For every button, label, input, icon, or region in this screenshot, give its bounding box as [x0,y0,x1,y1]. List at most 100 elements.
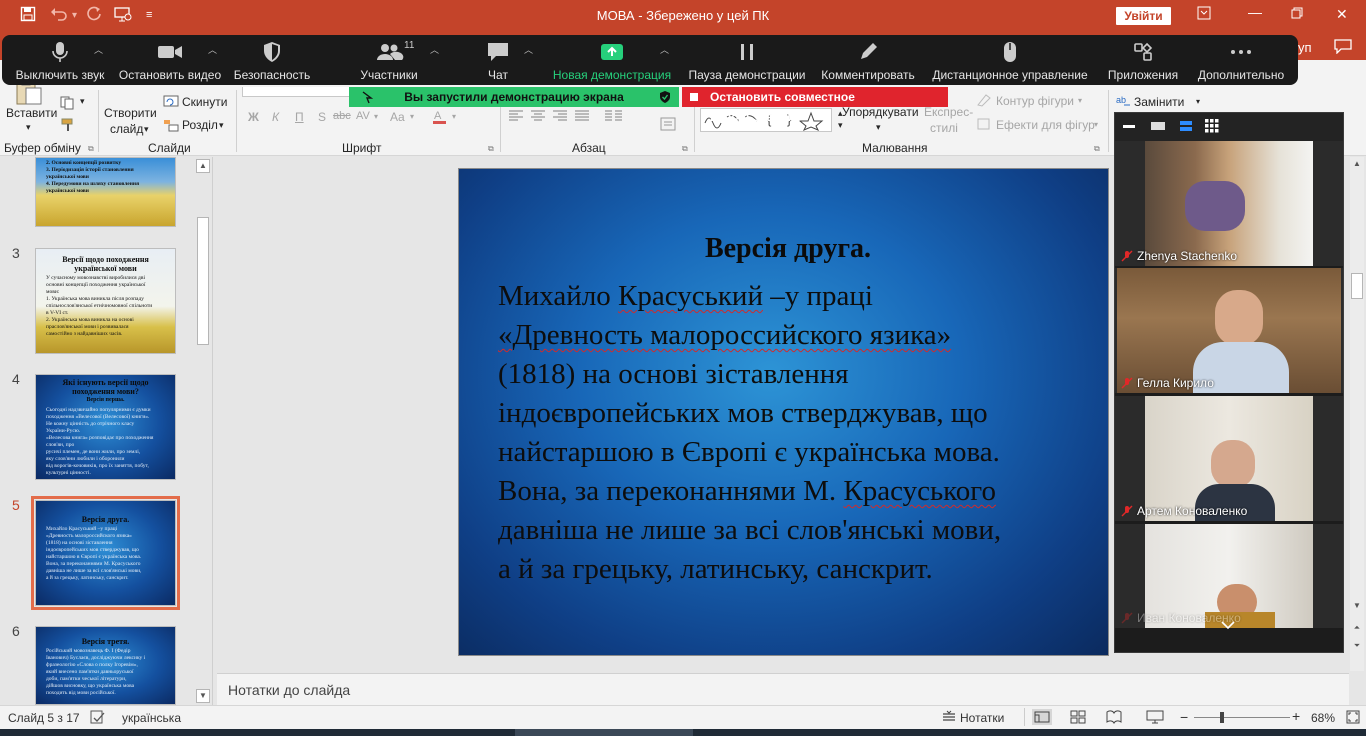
strikethrough-button[interactable]: abc [333,110,351,122]
annotate-button[interactable]: Комментировать [816,35,920,85]
close-icon[interactable]: ✕ [1336,6,1348,23]
participant-tile[interactable]: Zhenya Stachenko [1115,141,1343,266]
copy-dropdown-icon[interactable]: ▾ [80,96,85,107]
paragraph-launcher-icon[interactable]: ⧉ [682,144,688,154]
minimize-gallery-icon[interactable] [1123,125,1135,128]
section-dropdown-icon[interactable]: ▾ [219,120,224,131]
slide-thumbnail-4[interactable]: Які існують версії щодо походження мови?… [35,374,176,480]
zoom-slider-track[interactable] [1194,717,1290,718]
remote-control-button[interactable]: Дистанционное управление [928,35,1092,85]
scrollbar-thumb[interactable] [1351,273,1363,299]
format-painter-icon[interactable] [60,118,76,135]
zoom-in-icon[interactable]: + [1292,708,1300,724]
strip-view-icon[interactable] [1179,119,1193,136]
copy-icon[interactable] [60,96,76,113]
new-slide-button[interactable]: Створити [104,106,157,120]
arrange-dropdown-icon[interactable]: ▾ [876,122,881,133]
speaker-view-icon[interactable] [1151,122,1165,130]
new-slide-button-line2[interactable]: слайд [110,122,143,136]
align-text-icon[interactable] [660,116,678,135]
replace-dropdown-icon[interactable]: ▾ [1196,97,1200,106]
drawing-launcher-icon[interactable]: ⧉ [1094,144,1100,154]
slideshow-icon[interactable] [1146,710,1164,727]
sign-in-button[interactable]: Увійти [1116,7,1171,25]
font-name-input[interactable] [242,87,352,97]
gallery-grid-icon[interactable] [1205,119,1219,136]
chat-chevron-icon[interactable]: ︿ [524,43,533,56]
previous-slide-icon[interactable]: ⏶ [1351,623,1363,635]
chat-button[interactable]: Чат [472,35,524,85]
pause-share-button[interactable]: Пауза демонстрации [686,35,808,85]
minimize-icon[interactable]: — [1248,4,1262,20]
taskbar-active-app[interactable] [515,729,693,736]
reset-button[interactable]: Скинути [182,95,227,109]
apps-button[interactable]: Приложения [1102,35,1184,85]
current-slide[interactable]: Версія друга. Михайло Красуський –у прац… [458,168,1109,656]
shadow-button[interactable]: S [318,110,326,124]
slide-thumbnail-5-selected[interactable]: Версія друга. Михайло Красуський –у прац… [31,496,180,610]
shape-outline-button[interactable]: Контур фігури [996,94,1074,108]
slide-thumbnail-3[interactable]: Версії щодо походження української мови … [35,248,176,354]
replace-button[interactable]: Замінити [1134,95,1184,109]
replace-icon[interactable]: ab [1116,94,1132,111]
shape-outline-dropdown-icon[interactable]: ▾ [1078,96,1082,105]
clipboard-launcher-icon[interactable]: ⧉ [88,144,94,154]
participant-tile[interactable]: Гелла Кирило [1115,268,1343,393]
mute-button[interactable]: ︿ Выключить звук [8,35,112,85]
reset-icon[interactable] [163,95,179,112]
new-share-button[interactable]: Новая демонстрация [548,35,676,85]
new-slide-dropdown-icon[interactable]: ▾ [144,124,149,135]
zoom-out-icon[interactable]: − [1180,709,1188,725]
slide-body-text[interactable]: Михайло Красуський –у праці «Древность м… [498,277,1088,589]
notes-placeholder[interactable]: Нотатки до слайда [228,682,350,698]
scroll-up-icon[interactable]: ▲ [196,159,210,173]
shape-effects-dropdown-icon[interactable]: ▾ [1094,120,1098,129]
reading-view-icon[interactable] [1106,710,1122,727]
section-button[interactable]: Розділ [182,118,218,132]
change-case-dropdown-icon[interactable]: ▾ [410,112,414,121]
stop-video-button[interactable]: ︿ Остановить видео [116,35,224,85]
shape-effects-button[interactable]: Ефекти для фігур [996,118,1095,132]
ribbon-display-options-icon[interactable] [1197,6,1211,23]
gallery-scroll-down-button[interactable] [1115,621,1343,652]
zoom-level[interactable]: 68% [1311,711,1335,725]
character-spacing-dropdown-icon[interactable]: ▾ [374,112,378,121]
slide-counter[interactable]: Слайд 5 з 17 [8,711,80,725]
align-left-icon[interactable] [508,110,524,125]
slide-thumbnail-2[interactable]: 2. Основні концепції розвитку 3. Періоди… [35,157,176,227]
normal-view-button[interactable] [1032,709,1052,725]
zoom-slider-thumb[interactable] [1220,712,1224,723]
notes-toggle-button[interactable]: Нотатки [960,711,1004,725]
scroll-up-icon[interactable]: ▲ [1351,159,1363,171]
italic-button[interactable]: К [272,110,279,124]
more-button[interactable]: Дополнительно [1192,35,1290,85]
quick-styles-button-line2[interactable]: стилі [930,121,958,135]
fit-to-window-icon[interactable] [1345,709,1361,728]
participants-chevron-icon[interactable]: ︿ [430,43,439,56]
spellcheck-icon[interactable] [90,710,106,727]
paste-button[interactable]: Вставити [6,106,57,120]
columns-icon[interactable] [604,110,624,125]
chevron-down-icon[interactable]: ︿ [94,43,103,56]
shapes-expand-icon[interactable]: ▾ [838,120,843,131]
shape-effects-icon[interactable] [976,117,992,134]
slide-area-scrollbar[interactable]: ▲ ▼ ⏶ ⏷ [1350,157,1364,671]
participant-tile[interactable]: Артем Коноваленко [1115,396,1343,521]
stop-share-button[interactable]: Остановить совместное использование [682,87,948,124]
language-indicator[interactable]: українська [122,711,181,725]
thumbnails-scrollbar[interactable]: ▲ ▼ [196,157,210,705]
notes-pane[interactable]: Нотатки до слайда [217,673,1349,705]
arrange-button[interactable]: Упорядкувати [842,105,919,119]
scroll-down-icon[interactable]: ▼ [1351,601,1363,613]
bold-button[interactable]: Ж [248,110,259,124]
slide-thumbnail-6[interactable]: Версія третя. Російський мовознавець Ф. … [35,626,176,705]
chevron-down-icon[interactable]: ︿ [208,43,217,56]
font-color-icon[interactable]: A [432,108,448,127]
quick-styles-button[interactable]: Експрес- [924,105,973,119]
notes-icon[interactable] [942,710,956,727]
change-case-button[interactable]: Aa [390,110,405,124]
justify-icon[interactable] [574,110,590,125]
participants-button[interactable]: 11 Участники [348,35,430,85]
drag-handle-icon[interactable] [361,90,374,110]
slide-title[interactable]: Версія друга. [463,233,1113,265]
